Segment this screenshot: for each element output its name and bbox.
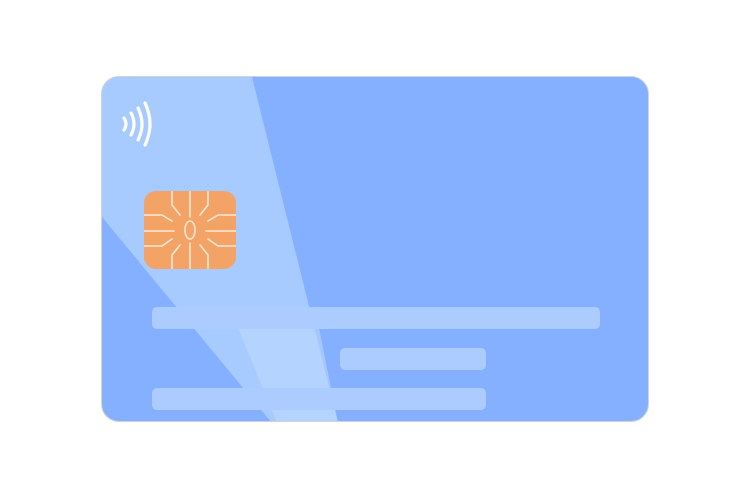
payment-card: [101, 76, 649, 422]
cardholder-name-placeholder: [152, 388, 486, 410]
chip-icon: [144, 191, 236, 269]
card-number-placeholder: [152, 307, 600, 329]
contactless-icon: [122, 101, 152, 147]
expiry-placeholder: [340, 348, 486, 370]
